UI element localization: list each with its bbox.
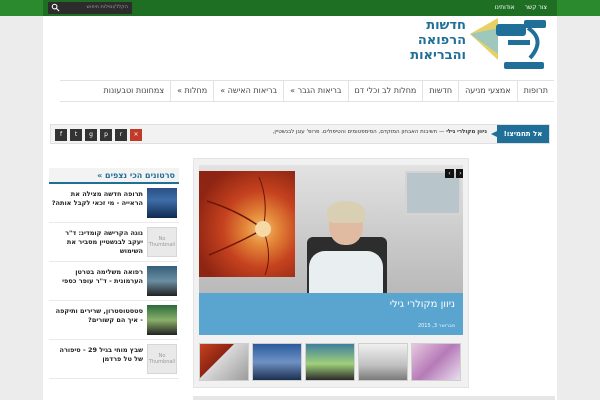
- video-thumbnail[interactable]: [147, 266, 177, 296]
- list-item[interactable]: No Thumbnail נוגה הקרישה קומדינ: ד"ר יעק…: [49, 223, 179, 262]
- doctor-hair: [327, 201, 365, 223]
- ticker-label: אל תחמיצו!: [491, 125, 549, 143]
- video-title[interactable]: שבץ מוחי בגיל 29 - סיפורה של טל פרדמן: [51, 346, 143, 364]
- microscope-icon: [470, 18, 546, 69]
- featured-slider: ניוון מקולרי גילי פברואר 3, 2015 ‹ ›: [193, 158, 469, 388]
- pinterest-icon[interactable]: p: [100, 129, 112, 141]
- content-divider: [193, 396, 555, 400]
- video-title[interactable]: נוגה הקרישה קומדינ: ד"ר יעקב לבנשטיין מס…: [51, 229, 143, 256]
- nav-item-medications[interactable]: תרופות: [516, 80, 554, 102]
- top-links: צור קשר אודותינו: [487, 4, 547, 11]
- nav-item-mens-health[interactable]: בריאות הגבר »: [283, 80, 347, 102]
- slide-title[interactable]: ניוון מקולרי גילי: [390, 299, 455, 310]
- ticker-body: — חשיבות האבחון המוקדם, הסימפטומים והטיפ…: [272, 129, 447, 135]
- news-ticker: אל תחמיצו! ניוון מקולרי גילי — חשיבות הא…: [50, 124, 550, 144]
- video-title[interactable]: תרופה חדשה מצילה את הראייה - מי זכאי לקב…: [51, 190, 143, 208]
- video-thumbnail[interactable]: No Thumbnail: [147, 344, 177, 374]
- slider-thumb[interactable]: [305, 343, 355, 381]
- next-arrow-icon[interactable]: ›: [456, 169, 463, 178]
- slider-thumb[interactable]: [411, 343, 461, 381]
- slider-thumb[interactable]: [358, 343, 408, 381]
- shuffle-icon[interactable]: ×: [130, 129, 142, 141]
- most-viewed-videos: סרטונים הכי נצפים » תרופה חדשה מצילה את …: [49, 168, 179, 400]
- slider-thumb[interactable]: [199, 343, 249, 381]
- social-icons: f t g p r ×: [55, 129, 142, 141]
- slide-date: פברואר 3, 2015: [417, 323, 455, 329]
- twitter-icon[interactable]: t: [70, 129, 82, 141]
- list-item[interactable]: סטסטוסטרון, שרירים ותיקפה - איך הם קשורי…: [49, 301, 179, 340]
- search-box[interactable]: הקלד/ומילות חיפוש: [48, 2, 132, 14]
- facebook-icon[interactable]: f: [55, 129, 67, 141]
- nav-item-contraception[interactable]: אמצעי מניעה: [458, 80, 517, 102]
- slider-thumb[interactable]: [252, 343, 302, 381]
- video-title[interactable]: רפואה משלימה בטרטן הערמונית - ד"ר עופר כ…: [51, 268, 143, 286]
- search-input[interactable]: הקלד/ומילות חיפוש: [87, 4, 128, 10]
- nav-item-womens-health[interactable]: בריאות האישה »: [213, 80, 283, 102]
- about-link[interactable]: אודותינו: [495, 4, 515, 11]
- nav-item-news[interactable]: חדשות: [422, 80, 458, 102]
- list-item[interactable]: תרופה חדשה מצילה את הראייה - מי זכאי לקב…: [49, 184, 179, 223]
- google-plus-icon[interactable]: g: [85, 129, 97, 141]
- prev-arrow-icon[interactable]: ‹: [445, 169, 454, 178]
- slider-arrows: ‹ ›: [445, 169, 463, 178]
- retina-image: [199, 171, 295, 277]
- nav-item-diseases[interactable]: מחלות »: [170, 80, 213, 102]
- logo-text: חדשות הרפואה והבריאות: [410, 18, 466, 63]
- rss-icon[interactable]: r: [115, 129, 127, 141]
- nav-item-heart[interactable]: מחלות לב וכלי דם: [347, 80, 423, 102]
- video-thumbnail[interactable]: [147, 188, 177, 218]
- video-thumbnail[interactable]: [147, 305, 177, 335]
- site-logo[interactable]: חדשות הרפואה והבריאות: [396, 14, 552, 72]
- search-icon[interactable]: [51, 3, 60, 12]
- ticker-headline[interactable]: ניוון מקולרי גילי: [446, 129, 487, 135]
- main-nav: תרופות אמצעי מניעה חדשות מחלות לב וכלי ד…: [60, 80, 554, 102]
- video-thumbnail[interactable]: No Thumbnail: [147, 227, 177, 257]
- list-item[interactable]: No Thumbnail שבץ מוחי בגיל 29 - סיפורה ש…: [49, 340, 179, 379]
- sidebar-heading[interactable]: סרטונים הכי נצפים »: [49, 168, 179, 184]
- list-item[interactable]: רפואה משלימה בטרטן הערמונית - ד"ר עופר כ…: [49, 262, 179, 301]
- contact-link[interactable]: צור קשר: [525, 4, 547, 11]
- doctor-body: [309, 251, 383, 295]
- slide-caption[interactable]: ניוון מקולרי גילי פברואר 3, 2015: [199, 293, 463, 335]
- slider-thumbnails: [199, 343, 463, 383]
- slide-image[interactable]: ניוון מקולרי גילי פברואר 3, 2015 ‹ ›: [199, 165, 463, 335]
- video-title[interactable]: סטסטוסטרון, שרירים ותיקפה - איך הם קשורי…: [51, 307, 143, 325]
- nav-item-vegetarian[interactable]: צמחונות וטבעונות: [98, 80, 171, 102]
- ticker-text[interactable]: ניוון מקולרי גילי — חשיבות האבחון המוקדם…: [273, 129, 487, 135]
